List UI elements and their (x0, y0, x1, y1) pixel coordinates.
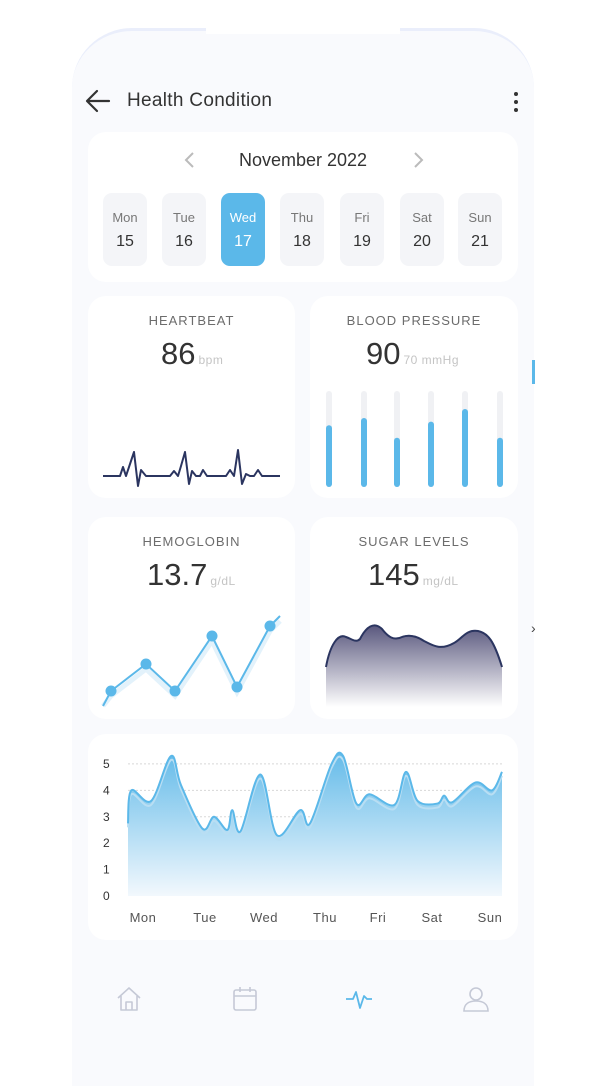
page-title: Health Condition (127, 90, 273, 111)
day-wed[interactable]: Wed 17 (221, 193, 265, 266)
hemoglobin-point (206, 630, 218, 642)
day-mon[interactable]: Mon 15 (103, 193, 147, 266)
day-name: Mon (112, 210, 138, 225)
hemoglobin-point (105, 685, 117, 697)
profile-icon[interactable] (461, 984, 491, 1014)
y-tick-label: 3 (103, 810, 110, 824)
heartbeat-card[interactable]: HEARTBEAT 86 bpm (88, 296, 295, 498)
day-tue[interactable]: Tue 16 (162, 193, 206, 266)
day-name: Wed (229, 210, 257, 225)
day-date: 15 (116, 233, 134, 250)
weekly-chart-card: 5 4 3 2 1 0 Mon Tue Wed Thu Fri Sat Sun (88, 734, 518, 940)
day-sat[interactable]: Sat 20 (400, 193, 444, 266)
day-date: 18 (293, 233, 311, 250)
y-tick-label: 0 (103, 889, 110, 903)
calendar-icon[interactable] (230, 984, 260, 1014)
back-arrow-icon[interactable] (84, 86, 112, 116)
x-tick-label: Mon (130, 910, 157, 925)
next-card-chevron-icon[interactable]: › (531, 620, 536, 636)
day-thu[interactable]: Thu 18 (280, 193, 324, 266)
notch (206, 22, 400, 34)
x-tick-label: Wed (250, 910, 278, 925)
blood-pressure-bars (326, 391, 503, 487)
more-options-icon[interactable] (508, 88, 524, 116)
day-date: 20 (413, 233, 431, 250)
blood-pressure-card[interactable]: BLOOD PRESSURE 90 70 mmHg (310, 296, 518, 498)
heartbeat-ecg-line (103, 449, 280, 487)
month-label: November 2022 (238, 150, 368, 170)
day-name: Sun (468, 210, 492, 225)
x-tick-label: Fri (370, 910, 387, 925)
scroll-indicator (532, 360, 535, 384)
day-sun[interactable]: Sun 21 (458, 193, 502, 266)
sugar-area-chart (325, 624, 503, 707)
day-fri[interactable]: Fri 19 (340, 193, 384, 266)
weekly-area-chart: 5 4 3 2 1 0 Mon Tue Wed Thu Fri Sat Sun (103, 751, 503, 925)
hemoglobin-point (169, 685, 181, 697)
activity-icon[interactable] (344, 984, 374, 1014)
x-tick-label: Tue (193, 910, 216, 925)
day-name: Thu (290, 210, 314, 225)
hemoglobin-point (231, 681, 243, 693)
day-name: Tue (173, 210, 195, 225)
day-date: 16 (175, 233, 193, 250)
y-tick-label: 4 (103, 783, 110, 797)
y-tick-label: 1 (103, 863, 110, 877)
hemoglobin-card[interactable]: HEMOGLOBIN 13.7 g/dL (88, 517, 295, 719)
calendar-card: November 2022 Mon 15 Tue 16 Wed 17 Thu 18 Fri 19 S… (88, 132, 518, 282)
x-tick-label: Thu (313, 910, 337, 925)
hemoglobin-point (140, 658, 152, 670)
next-month-chevron-icon[interactable] (408, 148, 428, 172)
hemoglobin-point (264, 620, 276, 632)
sugar-levels-card[interactable]: SUGAR LEVELS 145 mg/dL (310, 517, 518, 719)
x-tick-label: Sat (421, 910, 442, 925)
y-tick-label: 2 (103, 836, 110, 850)
day-name: Sat (412, 210, 432, 225)
day-date: 17 (234, 233, 252, 250)
day-date: 19 (353, 233, 371, 250)
area-fill (128, 752, 502, 896)
day-date: 21 (471, 233, 489, 250)
hemoglobin-line-chart (101, 615, 282, 708)
home-icon[interactable] (114, 984, 144, 1014)
day-name: Fri (354, 210, 370, 225)
top-bar: Health Condition (84, 86, 524, 116)
x-tick-label: Sun (478, 910, 503, 925)
y-tick-label: 5 (103, 757, 110, 771)
